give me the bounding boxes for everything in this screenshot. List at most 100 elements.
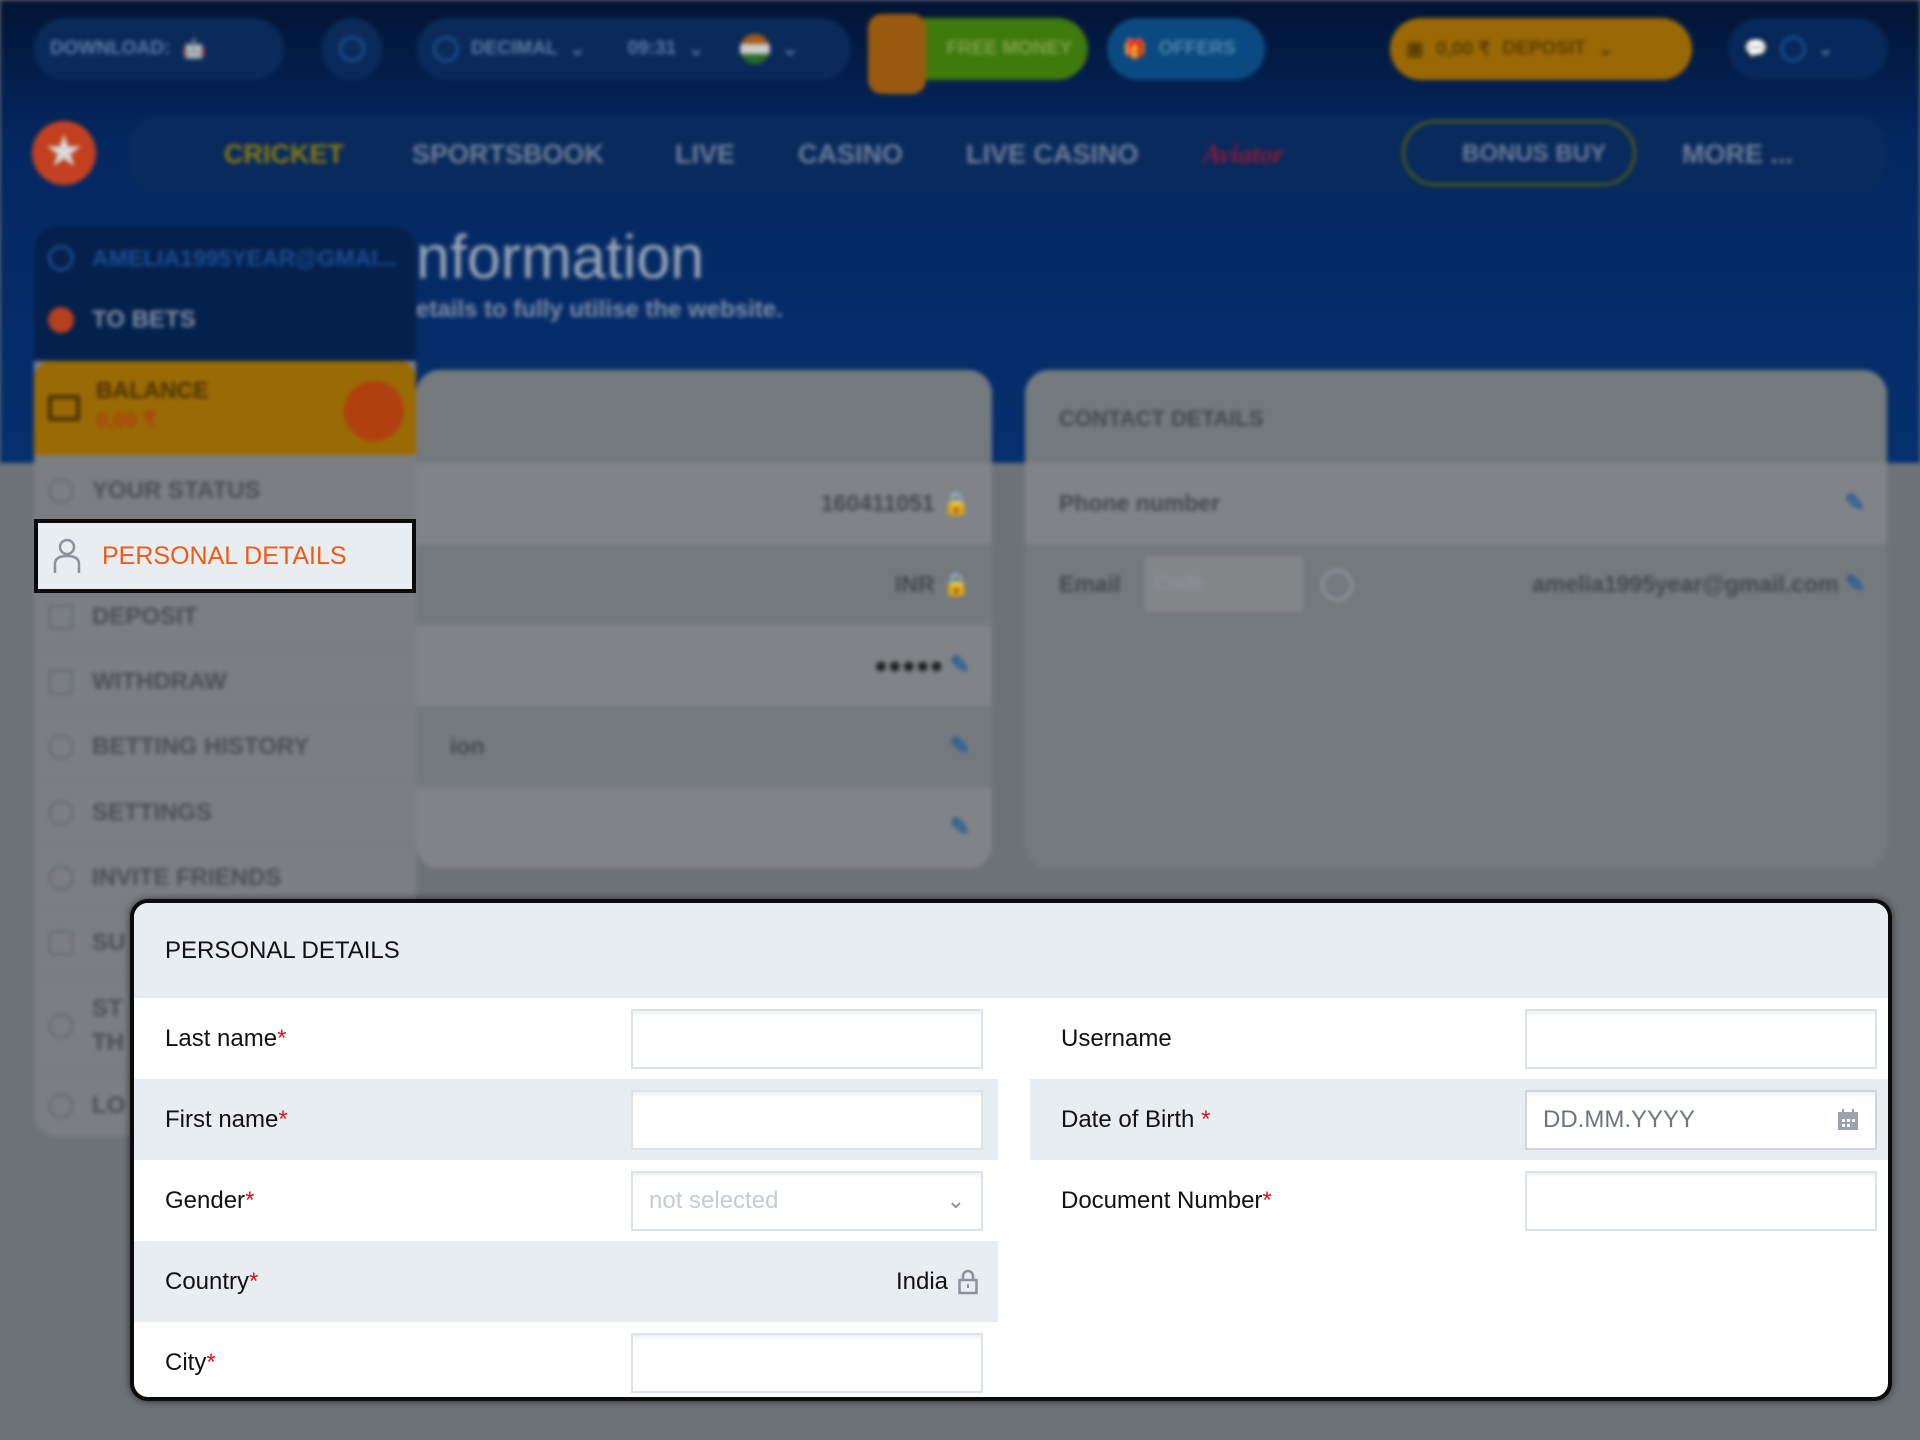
sidebar-item-label: BETTING HISTORY — [92, 732, 310, 760]
sidebar-item-personal-details[interactable]: PERSONAL DETAILS — [34, 519, 416, 593]
lock-icon: 🔒 — [942, 572, 970, 597]
profile-icon[interactable] — [1779, 36, 1806, 62]
clock-icon — [48, 733, 74, 760]
balance-box: BALANCE 0,00 ₹ — [34, 361, 416, 455]
required-mark: * — [245, 1186, 255, 1214]
deposit-quick-button[interactable] — [344, 381, 404, 441]
pencil-icon[interactable]: ✎ — [1845, 571, 1865, 598]
sidebar-item-label: PERSONAL DETAILS — [102, 541, 347, 570]
phone-row: Phone number ✎ — [1025, 463, 1887, 544]
nav-aviator[interactable]: Aviator — [1203, 139, 1284, 170]
pencil-icon[interactable]: ✎ — [1845, 489, 1865, 518]
pencil-icon[interactable]: ✎ — [950, 652, 970, 679]
dob-label: Date of Birth — [1061, 1105, 1195, 1133]
first-name-row: First name* — [134, 1079, 998, 1160]
gift-icon: 🎁 — [1123, 39, 1147, 60]
account-row: ion ✎ — [416, 706, 992, 787]
code-input[interactable]: Code — [1145, 556, 1303, 612]
user-icon — [53, 538, 81, 573]
sidebar-item-label: WITHDRAW — [92, 667, 227, 695]
deposit-label: DEPOSIT — [1502, 38, 1586, 59]
nav-sportsbook[interactable]: SPORTSBOOK — [412, 139, 604, 170]
document-row: Document Number* — [1030, 1160, 1888, 1241]
download-apps[interactable]: DOWNLOAD: 🤖 — [34, 18, 284, 80]
lifebuoy-icon — [48, 1012, 74, 1039]
username-row: Username — [1030, 998, 1888, 1079]
nav-casino[interactable]: CASINO — [798, 139, 903, 170]
first-name-label: First name — [165, 1105, 279, 1133]
settings-pill: DECIMAL ⌄ 09:31 ⌄ ⌄ — [417, 18, 851, 80]
india-flag-icon[interactable] — [740, 34, 771, 64]
withdraw-icon — [48, 668, 74, 695]
sidebar-item-deposit[interactable]: DEPOSIT — [34, 585, 416, 649]
chevron-down-icon[interactable]: ⌄ — [1818, 38, 1834, 61]
account-card: 160411051 🔒 INR 🔒 ●●●●● ✎ ion ✎ ✎ — [416, 370, 992, 869]
balance-amount: 0,00 ₹ — [1435, 38, 1491, 60]
android-icon[interactable]: 🤖 — [182, 37, 206, 61]
shield-icon — [339, 36, 365, 62]
account-row-label: ion — [450, 733, 485, 759]
lock-icon — [958, 1269, 978, 1294]
city-input[interactable] — [631, 1332, 983, 1393]
sidebar-item-label: LO — [92, 1092, 126, 1119]
gender-select[interactable]: not selected ⌄ — [631, 1170, 983, 1231]
odds-format-select[interactable]: DECIMAL — [471, 38, 558, 60]
sidebar-to-bets[interactable]: TO BETS — [34, 288, 416, 352]
chat-icon — [48, 929, 74, 956]
calendar-icon[interactable] — [1837, 1108, 1859, 1131]
nav-live-casino[interactable]: LIVE CASINO — [966, 139, 1139, 170]
time-select[interactable]: 09:31 — [627, 38, 676, 60]
sidebar-item-settings[interactable]: SETTINGS — [34, 781, 416, 845]
city-label: City — [165, 1348, 207, 1376]
last-name-label: Last name — [165, 1024, 278, 1052]
contact-card-title: CONTACT DETAILS — [1059, 406, 1264, 431]
security-button[interactable] — [322, 18, 382, 80]
gear-icon — [48, 799, 74, 826]
free-money-label: FREE MONEY — [946, 38, 1072, 59]
deposit-button[interactable]: ▣ 0,00 ₹ DEPOSIT ⌄ — [1390, 18, 1692, 80]
logout-icon — [48, 1093, 74, 1119]
required-mark: * — [278, 1105, 288, 1133]
contact-card: CONTACT DETAILS Phone number ✎ Email Code… — [1025, 370, 1887, 869]
sidebar-item-betting-history[interactable]: BETTING HISTORY — [34, 715, 416, 779]
account-row: ●●●●● ✎ — [416, 625, 992, 706]
wallet-icon — [48, 395, 80, 421]
last-name-input[interactable] — [631, 1008, 983, 1069]
username-input[interactable] — [1525, 1008, 1877, 1069]
account-row: INR 🔒 — [416, 544, 992, 625]
account-id: 160411051 — [820, 490, 935, 516]
sidebar-item-withdraw[interactable]: WITHDRAW — [34, 650, 416, 714]
first-name-input[interactable] — [631, 1089, 983, 1150]
offers-label: OFFERS — [1158, 38, 1236, 59]
country-label: Country — [165, 1267, 250, 1295]
sidebar-item-your-status[interactable]: YOUR STATUS — [34, 459, 416, 523]
check-circle-icon[interactable] — [1321, 568, 1353, 601]
offers-button[interactable]: 🎁 OFFERS — [1107, 18, 1265, 80]
password-value: ●●●●● — [874, 652, 944, 678]
pencil-icon[interactable]: ✎ — [950, 732, 970, 761]
user-circle-icon — [48, 245, 74, 271]
last-name-row: Last name* — [134, 998, 998, 1079]
site-logo[interactable]: ★ — [32, 121, 96, 185]
required-mark: * — [249, 1267, 259, 1295]
page-subtitle: etails to fully utilise the website. — [416, 296, 783, 323]
sidebar-email[interactable]: AMELIA1995YEAR@GMAI... — [34, 226, 416, 290]
heart-icon — [48, 864, 74, 891]
account-row: 160411051 🔒 — [416, 463, 992, 544]
currency-value: INR — [894, 571, 935, 597]
country-value: India — [895, 1267, 948, 1295]
nav-live[interactable]: LIVE — [675, 139, 735, 170]
chevron-down-icon: ⌄ — [688, 38, 705, 60]
nav-more[interactable]: MORE ... — [1682, 139, 1793, 170]
chat-icon[interactable]: 💬 — [1744, 37, 1768, 61]
nav-bonus-buy: BONUS BUY — [1462, 140, 1607, 167]
nav-cricket[interactable]: CRICKET — [224, 139, 344, 170]
chevron-down-icon: ⌄ — [782, 38, 798, 60]
modal-title: PERSONAL DETAILS — [134, 903, 1888, 998]
email-row: Email Code amelia1995year@gmail.com ✎ — [1025, 544, 1887, 625]
chevron-down-icon: ⌄ — [569, 38, 586, 60]
document-number-input[interactable] — [1525, 1170, 1877, 1231]
pencil-icon[interactable]: ✎ — [950, 813, 970, 842]
download-label: DOWNLOAD: — [50, 38, 171, 59]
dob-input[interactable]: DD.MM.YYYY — [1525, 1089, 1877, 1150]
